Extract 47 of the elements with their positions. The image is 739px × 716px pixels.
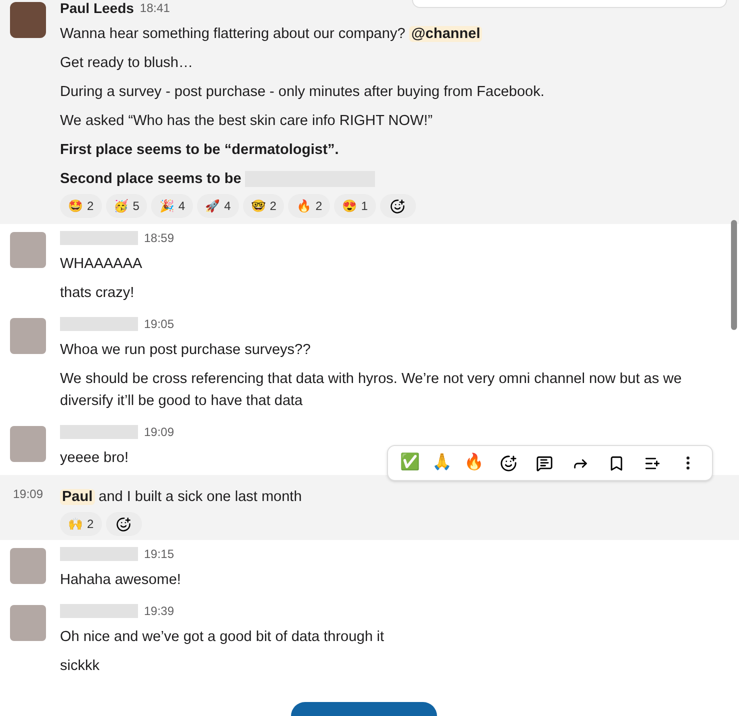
message-text: Second place seems to be — [60, 171, 242, 187]
message-text: We should be cross referencing that data with hyros. We’re not very omni channel now but as we diversify it’ll be good to have that data — [60, 371, 682, 409]
add-reaction-icon — [390, 198, 406, 214]
message-text: sickkk — [60, 658, 100, 674]
author-name[interactable]: Paul Leeds — [60, 0, 134, 18]
message-time: 18:59 — [144, 230, 174, 247]
message-text: yeeee bro! — [60, 450, 129, 466]
add-reaction-button[interactable] — [380, 194, 416, 218]
add-reaction-button[interactable] — [106, 512, 142, 536]
mention-link[interactable]: Paul — [60, 489, 95, 505]
reaction-pill[interactable]: 🔥 2 — [288, 194, 330, 218]
message-text: thats crazy! — [60, 285, 134, 301]
message-time: 19:09 — [144, 424, 174, 441]
message-time: 19:09 — [12, 486, 44, 503]
message-text: WHAAAAAA — [60, 256, 142, 272]
reaction-pill[interactable]: 🎉 4 — [151, 194, 194, 218]
avatar-placeholder — [10, 548, 46, 584]
message-time: 18:41 — [140, 0, 170, 17]
avatar-placeholder — [10, 232, 46, 268]
message-text: and I built a sick one last month — [98, 489, 302, 505]
message-text: Wanna hear something flattering about our company? — [60, 26, 406, 42]
reaction-pill[interactable]: 🚀 4 — [197, 194, 239, 218]
message-time: 19:05 — [144, 316, 174, 333]
quick-reaction-button[interactable]: ✅ — [396, 449, 424, 477]
reaction-pill[interactable]: 🥳 5 — [106, 194, 148, 218]
message-text: During a survey - post purchase - only minutes after buying from Facebook. — [60, 84, 544, 100]
message-text: Get ready to blush… — [60, 55, 193, 71]
message-time: 19:39 — [144, 603, 174, 620]
reaction-pill[interactable]: 🙌 2 — [60, 512, 102, 536]
add-reaction-icon — [500, 454, 516, 472]
more-icon — [686, 456, 690, 470]
reaction-pill[interactable]: 🤓 2 — [242, 194, 284, 218]
avatar-placeholder — [10, 318, 46, 354]
message-text: We asked “Who has the best skin care info RIGHT NOW!” — [60, 113, 433, 129]
reaction-pill[interactable]: 🤩 2 — [60, 194, 102, 218]
comment-icon — [536, 454, 552, 472]
add-reaction-icon — [116, 516, 132, 532]
avatar-placeholder — [10, 605, 46, 641]
mention-link[interactable]: @channel — [409, 26, 482, 42]
message-text: Whoa we run post purchase surveys?? — [60, 342, 311, 358]
message-time: 19:15 — [144, 546, 174, 563]
avatar-photo-placeholder — [10, 2, 46, 38]
message-text: Oh nice and we’ve got a good bit of data through it — [60, 629, 384, 645]
reaction-pill[interactable]: 😍 1 — [334, 194, 376, 218]
message-text: Hahaha awesome! — [60, 572, 181, 588]
avatar-placeholder — [10, 426, 46, 462]
message-text: First place seems to be “dermatologist”. — [60, 142, 339, 158]
